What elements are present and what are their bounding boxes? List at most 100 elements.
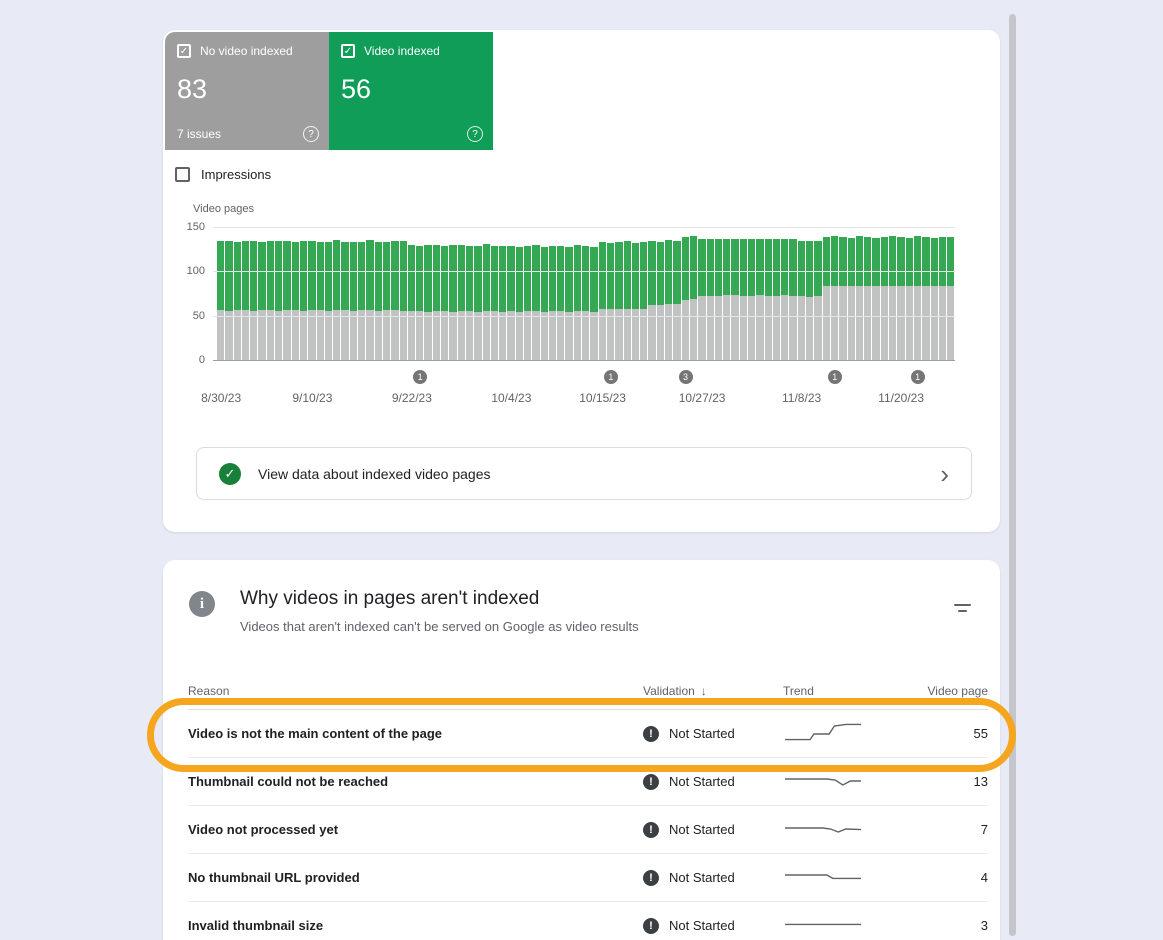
chart-bar[interactable] <box>773 227 780 360</box>
chart-bar[interactable] <box>740 227 747 360</box>
chart-bar[interactable] <box>383 227 390 360</box>
chart-bar[interactable] <box>789 227 796 360</box>
chart-bar[interactable] <box>648 227 655 360</box>
chart-event-badge[interactable]: 1 <box>604 370 618 384</box>
chart-bar[interactable] <box>424 227 431 360</box>
chart-bar[interactable] <box>690 227 697 360</box>
issue-row[interactable]: Video not processed yet!Not Started7 <box>188 806 988 854</box>
chart-bar[interactable] <box>317 227 324 360</box>
chart-bar[interactable] <box>632 227 639 360</box>
chart-bar[interactable] <box>234 227 241 360</box>
chart-bar[interactable] <box>574 227 581 360</box>
chart-bar[interactable] <box>897 227 904 360</box>
chart-bar[interactable] <box>458 227 465 360</box>
chart-bar[interactable] <box>325 227 332 360</box>
chart-bar[interactable] <box>707 227 714 360</box>
chart-bar[interactable] <box>731 227 738 360</box>
chart-bar[interactable] <box>682 227 689 360</box>
chart-event-badge[interactable]: 3 <box>679 370 693 384</box>
issue-row[interactable]: No thumbnail URL provided!Not Started4 <box>188 854 988 902</box>
help-icon[interactable]: ? <box>467 126 483 142</box>
chart-bar[interactable] <box>250 227 257 360</box>
chart-bar[interactable] <box>292 227 299 360</box>
chart-bar[interactable] <box>283 227 290 360</box>
chart-bar[interactable] <box>698 227 705 360</box>
chart-bar[interactable] <box>939 227 946 360</box>
chart-bar[interactable] <box>665 227 672 360</box>
chart-bar[interactable] <box>499 227 506 360</box>
chart-bar[interactable] <box>599 227 606 360</box>
chart-bar[interactable] <box>474 227 481 360</box>
chart-bar[interactable] <box>433 227 440 360</box>
chart-bar[interactable] <box>375 227 382 360</box>
chart-bar[interactable] <box>673 227 680 360</box>
chart-bar[interactable] <box>814 227 821 360</box>
chart-bar[interactable] <box>848 227 855 360</box>
vertical-scrollbar[interactable] <box>1009 14 1016 936</box>
chart-bar[interactable] <box>839 227 846 360</box>
chart-bar[interactable] <box>267 227 274 360</box>
chart-bar[interactable] <box>275 227 282 360</box>
column-header-validation[interactable]: Validation↓ <box>643 684 783 698</box>
chart-bar[interactable] <box>715 227 722 360</box>
chart-bar[interactable] <box>541 227 548 360</box>
chart-bar[interactable] <box>864 227 871 360</box>
issue-row[interactable]: Video is not the main content of the pag… <box>188 710 988 758</box>
card-no-video-indexed[interactable]: ✓ No video indexed 83 7 issues ? <box>165 32 329 150</box>
chart-bar[interactable] <box>366 227 373 360</box>
chart-bar[interactable] <box>781 227 788 360</box>
chart-bar[interactable] <box>350 227 357 360</box>
chart-bar[interactable] <box>590 227 597 360</box>
video-indexed-checkbox[interactable]: ✓ <box>341 44 355 58</box>
chart-bar[interactable] <box>640 227 647 360</box>
chart-bar[interactable] <box>516 227 523 360</box>
chart-bar[interactable] <box>441 227 448 360</box>
chart-bar[interactable] <box>756 227 763 360</box>
chevron-right-icon[interactable]: › <box>940 461 949 487</box>
chart-bar[interactable] <box>922 227 929 360</box>
chart-bar[interactable] <box>765 227 772 360</box>
chart-bar[interactable] <box>723 227 730 360</box>
chart-bar[interactable] <box>582 227 589 360</box>
chart-bar[interactable] <box>532 227 539 360</box>
chart-bar[interactable] <box>408 227 415 360</box>
chart-bar[interactable] <box>483 227 490 360</box>
chart-bar[interactable] <box>806 227 813 360</box>
chart-bar[interactable] <box>524 227 531 360</box>
chart-bar[interactable] <box>416 227 423 360</box>
help-icon[interactable]: ? <box>303 126 319 142</box>
chart-bar[interactable] <box>400 227 407 360</box>
chart-bar[interactable] <box>947 227 954 360</box>
chart-bar[interactable] <box>242 227 249 360</box>
impressions-toggle[interactable]: Impressions <box>175 167 271 182</box>
chart-bar[interactable] <box>856 227 863 360</box>
chart-bar[interactable] <box>358 227 365 360</box>
chart-bar[interactable] <box>507 227 514 360</box>
chart-event-badge[interactable]: 1 <box>413 370 427 384</box>
chart-bar[interactable] <box>308 227 315 360</box>
card-video-indexed[interactable]: ✓ Video indexed 56 ? <box>329 32 493 150</box>
chart-bar[interactable] <box>258 227 265 360</box>
issue-row[interactable]: Thumbnail could not be reached!Not Start… <box>188 758 988 806</box>
chart-bar[interactable] <box>333 227 340 360</box>
chart-bar[interactable] <box>881 227 888 360</box>
chart-bar[interactable] <box>748 227 755 360</box>
chart-bar[interactable] <box>889 227 896 360</box>
no-video-indexed-checkbox[interactable]: ✓ <box>177 44 191 58</box>
chart-bar[interactable] <box>565 227 572 360</box>
chart-bar[interactable] <box>466 227 473 360</box>
impressions-checkbox[interactable] <box>175 167 190 182</box>
chart-bar[interactable] <box>225 227 232 360</box>
chart-bar[interactable] <box>914 227 921 360</box>
view-indexed-data-banner[interactable]: ✓ View data about indexed video pages › <box>196 447 972 500</box>
column-header-reason[interactable]: Reason <box>188 684 643 698</box>
chart-bar[interactable] <box>300 227 307 360</box>
chart-bar[interactable] <box>823 227 830 360</box>
chart-bar[interactable] <box>931 227 938 360</box>
chart-bar[interactable] <box>449 227 456 360</box>
filter-icon[interactable] <box>952 604 972 616</box>
issue-row[interactable]: Invalid thumbnail size!Not Started3 <box>188 902 988 940</box>
chart-bar[interactable] <box>557 227 564 360</box>
chart-bar[interactable] <box>906 227 913 360</box>
column-header-video-page[interactable]: Video page <box>918 684 988 698</box>
